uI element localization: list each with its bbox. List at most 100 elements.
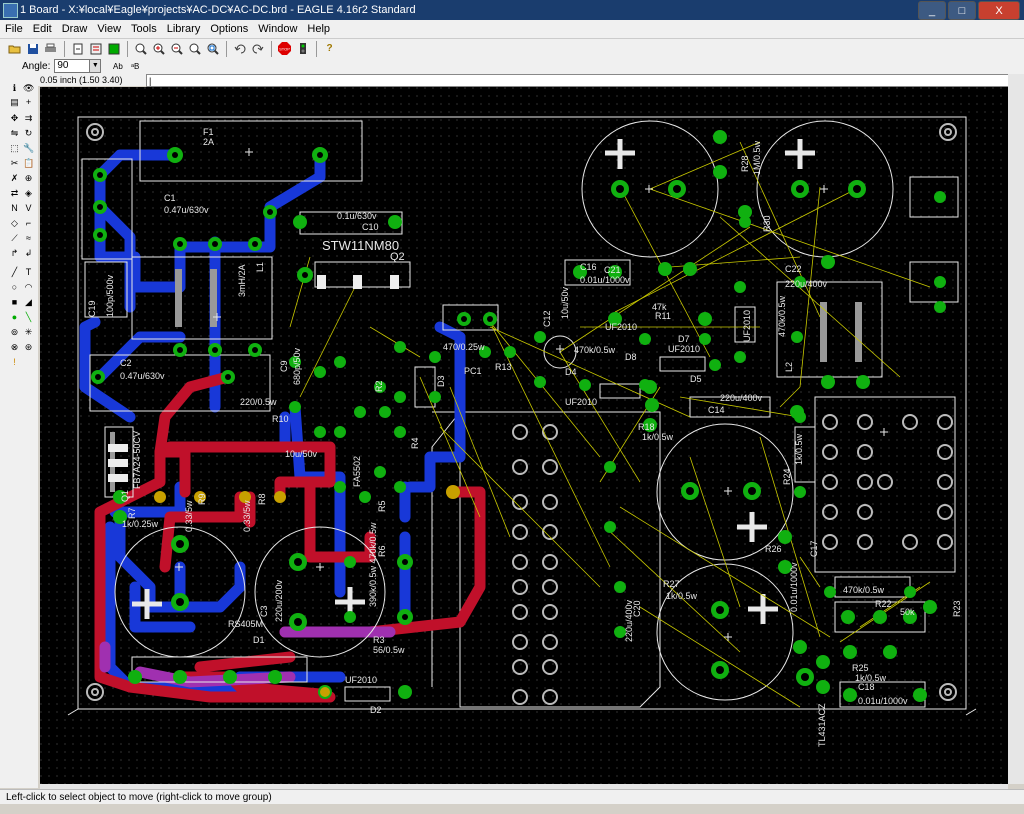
- split-icon[interactable]: ⟋: [9, 233, 20, 244]
- save-icon[interactable]: [24, 40, 41, 57]
- label-r24: R24: [782, 468, 792, 485]
- paste-icon[interactable]: 📋: [23, 158, 34, 169]
- cam-icon[interactable]: [69, 40, 86, 57]
- cut-icon[interactable]: ✂: [9, 158, 20, 169]
- change-icon[interactable]: 🔧: [23, 143, 34, 154]
- label-r18: R18: [638, 422, 655, 432]
- board-icon[interactable]: [105, 40, 122, 57]
- label-r28-val: 1M/0.5w: [752, 140, 762, 175]
- drc-icon[interactable]: !: [9, 357, 20, 368]
- label-d7: D7: [678, 334, 690, 344]
- lock-icon[interactable]: ◈: [23, 188, 34, 199]
- group-icon[interactable]: ⬚: [9, 143, 20, 154]
- menu-bar: File Edit Draw View Tools Library Option…: [0, 20, 1024, 38]
- add-icon[interactable]: ⊕: [23, 173, 34, 184]
- label-r23: R23: [952, 600, 962, 617]
- stop-icon[interactable]: STOP: [276, 40, 293, 57]
- ratsnest-icon[interactable]: ✳: [23, 327, 34, 338]
- mirror-tool-icon[interactable]: ⇋: [9, 128, 20, 139]
- open-icon[interactable]: [6, 40, 23, 57]
- arc-icon[interactable]: ◠: [23, 282, 34, 293]
- mark-icon[interactable]: +: [23, 97, 34, 108]
- text-icon[interactable]: T: [23, 267, 34, 278]
- miter-icon[interactable]: ⌐: [23, 218, 34, 229]
- label-d1-part: RS405M: [228, 619, 263, 629]
- close-button[interactable]: X: [978, 1, 1020, 20]
- menu-help[interactable]: Help: [302, 23, 335, 35]
- polygon-icon[interactable]: ◢: [23, 297, 34, 308]
- label-d1: D1: [253, 635, 265, 645]
- zoom-select-icon[interactable]: [204, 40, 221, 57]
- label-r13: R13: [495, 362, 512, 372]
- delete-icon[interactable]: ✗: [9, 173, 20, 184]
- info-icon[interactable]: ℹ: [9, 83, 20, 94]
- label-r7: R7: [127, 507, 137, 519]
- label-c17: C17: [809, 540, 819, 557]
- zoom-out-icon[interactable]: [168, 40, 185, 57]
- zoom-fit-icon[interactable]: [132, 40, 149, 57]
- menu-view[interactable]: View: [92, 23, 126, 35]
- label-r8: R8: [257, 493, 267, 505]
- rect-icon[interactable]: ■: [9, 297, 20, 308]
- label-d5: D5: [690, 374, 702, 384]
- command-input[interactable]: |: [146, 74, 1016, 87]
- undo-icon[interactable]: [231, 40, 248, 57]
- pcb-drawing[interactable]: F1 2A C1 0.47u/630v 3mH/2A L1 C2 0.47u/6…: [40, 87, 1008, 784]
- ripup-icon[interactable]: ↲: [23, 248, 34, 259]
- go-icon[interactable]: [294, 40, 311, 57]
- maximize-button[interactable]: □: [948, 1, 976, 20]
- help-button[interactable]: ?: [321, 40, 338, 57]
- status-bar: Left-click to select object to move (rig…: [0, 789, 1024, 804]
- name-icon[interactable]: N: [9, 203, 20, 214]
- rotate-tool-icon[interactable]: ↻: [23, 128, 34, 139]
- label-r8-val: 0.33/5w: [242, 500, 252, 532]
- smash-icon[interactable]: ◇: [9, 218, 20, 229]
- move-icon[interactable]: ✥: [9, 113, 20, 124]
- copy-icon[interactable]: ⇉: [23, 113, 34, 124]
- menu-draw[interactable]: Draw: [57, 23, 93, 35]
- minimize-button[interactable]: _: [918, 1, 946, 20]
- replace-icon[interactable]: ⇄: [9, 188, 20, 199]
- vertical-scrollbar[interactable]: [1008, 74, 1024, 784]
- circle-icon[interactable]: ○: [9, 282, 20, 293]
- schematic-icon[interactable]: [87, 40, 104, 57]
- label-r28: R28: [740, 155, 750, 172]
- rotate-icon[interactable]: ᵃB: [129, 58, 146, 75]
- auto-icon[interactable]: ⊗: [9, 342, 20, 353]
- chevron-down-icon[interactable]: ▼: [90, 59, 102, 73]
- label-r11-val: 470k/0.5w: [574, 345, 616, 355]
- tool-palette: ℹ 👁 ▤ + ✥ ⇉ ⇋ ↻ ⬚ 🔧 ✂ 📋 ✗ ⊕ ⇄ ◈ N V ◇ ⌐ …: [0, 74, 38, 788]
- show-icon[interactable]: 👁: [23, 83, 34, 94]
- label-uf2010-d7: UF2010: [668, 344, 700, 354]
- angle-combo[interactable]: 90: [54, 59, 91, 73]
- mirror-icon[interactable]: Ab: [111, 58, 128, 75]
- erc-icon[interactable]: ⊛: [23, 342, 34, 353]
- wire-icon[interactable]: ╱: [9, 267, 20, 278]
- menu-edit[interactable]: Edit: [28, 23, 57, 35]
- hole-icon[interactable]: ⊚: [9, 327, 20, 338]
- menu-options[interactable]: Options: [205, 23, 253, 35]
- command-text: |: [149, 76, 152, 86]
- optimize-icon[interactable]: ≈: [23, 233, 34, 244]
- label-c3: C3: [259, 605, 269, 617]
- label-c16-val: 0.01u/1000v: [580, 275, 630, 285]
- signal-icon[interactable]: ╲: [23, 312, 34, 323]
- display-icon[interactable]: ▤: [9, 97, 20, 108]
- redraw-icon[interactable]: [186, 40, 203, 57]
- label-c1: C1: [164, 193, 176, 203]
- menu-tools[interactable]: Tools: [126, 23, 162, 35]
- via-icon[interactable]: ●: [9, 312, 20, 323]
- menu-window[interactable]: Window: [253, 23, 302, 35]
- menu-file[interactable]: File: [0, 23, 28, 35]
- redo-icon[interactable]: [249, 40, 266, 57]
- label-q2: Q2: [390, 251, 405, 263]
- value-icon[interactable]: V: [23, 203, 34, 214]
- label-f1-val: 2A: [203, 137, 214, 147]
- board-canvas[interactable]: F1 2A C1 0.47u/630v 3mH/2A L1 C2 0.47u/6…: [40, 87, 1008, 784]
- menu-library[interactable]: Library: [162, 23, 206, 35]
- label-c3-val: 220u/200v: [274, 579, 284, 622]
- print-icon[interactable]: [42, 40, 59, 57]
- label-c18-val: 0.01u/1000v: [858, 696, 908, 706]
- zoom-in-icon[interactable]: [150, 40, 167, 57]
- route-icon[interactable]: ↱: [9, 248, 20, 259]
